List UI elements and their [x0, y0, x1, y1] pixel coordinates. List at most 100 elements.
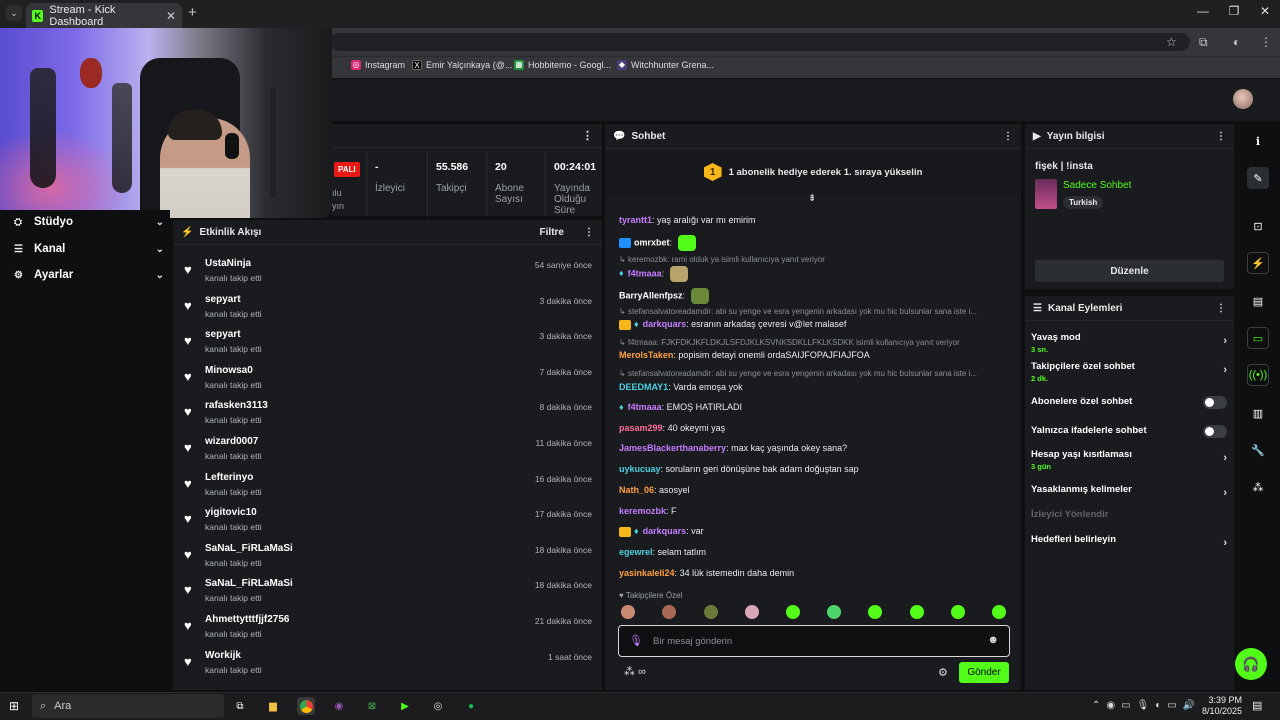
category-link[interactable]: Sadece Sohbet	[1063, 180, 1131, 191]
feed-row[interactable]: ♥ Workijk kanalı takip etti 1 saat önce	[173, 645, 602, 680]
support-button[interactable]: 🎧	[1235, 648, 1267, 680]
browser-menu-icon[interactable]: ⋮	[1260, 35, 1272, 49]
new-tab-button[interactable]: +	[188, 4, 197, 21]
nav-studio[interactable]: ⛭ Stüdyo ⌄	[14, 212, 164, 232]
chat-username[interactable]: uykucuay	[619, 464, 661, 474]
task-view-icon[interactable]: ⧉	[231, 697, 249, 715]
chat-message[interactable]: tyrantt1: yaş aralığı var mı emirim	[619, 215, 1009, 225]
close-window-button[interactable]: ✕	[1250, 4, 1280, 18]
emote-icon[interactable]	[868, 605, 882, 619]
feed-row[interactable]: ♥ Minowsa0 kanalı takip etti 7 dakika önce	[173, 360, 602, 395]
chat-username[interactable]: pasam299	[619, 423, 663, 433]
emote-icon[interactable]	[745, 605, 759, 619]
emote-icon[interactable]	[786, 605, 800, 619]
chat-username[interactable]: keremozbk	[619, 506, 666, 516]
file-explorer-icon[interactable]: ▆	[264, 697, 282, 715]
chat-username[interactable]: f4tmaaa	[628, 402, 662, 412]
bookmark-x[interactable]: X Emir Yalçınkaya (@...	[412, 60, 512, 70]
chat-username[interactable]: omrxbet	[634, 237, 670, 247]
tab-search-button[interactable]: ⌄	[6, 5, 22, 21]
emoji-picker-icon[interactable]: ☻	[987, 634, 999, 646]
minimize-button[interactable]: —	[1188, 4, 1218, 18]
feed-row[interactable]: ♥ sepyart kanalı takip etti 3 dakika önce	[173, 289, 602, 324]
chat-username[interactable]: yasinkaleli24	[619, 568, 675, 578]
chat-message[interactable]: egewrel: selam tatlım	[619, 547, 1009, 557]
nav-settings[interactable]: ⚙ Ayarlar ⌄	[14, 265, 164, 285]
chat-message[interactable]: uykucuay: soruların geri dönüşüne bak ad…	[619, 464, 1009, 474]
bookmark-sheets[interactable]: ▦ Hobbitemo - Googl...	[514, 60, 611, 70]
emote-icon[interactable]	[951, 605, 965, 619]
chat-message[interactable]: ♦ darkquars: var	[619, 526, 1009, 537]
action-account-age[interactable]: Hesap yaşı kısıtlaması 3 gün ›	[1031, 449, 1227, 471]
obs-icon[interactable]: ◎	[429, 697, 447, 715]
camera-icon[interactable]: ⊡	[1247, 215, 1269, 237]
chat-message[interactable]: ♦ f4tmaaa:	[619, 266, 1009, 282]
emote-icon[interactable]	[621, 605, 635, 619]
action-set-goals[interactable]: Hedefleri belirleyin ›	[1031, 534, 1227, 549]
pencil-icon[interactable]: ✎	[1247, 167, 1269, 189]
pinned-gift-banner[interactable]: 1 1 abonelik hediye ederek 1. sıraya yük…	[605, 150, 1021, 194]
layout-icon[interactable]: ▥	[1247, 402, 1269, 424]
feed-row[interactable]: ♥ SaNaL_FiRLaMaSi kanalı takip etti 18 daki…	[173, 538, 602, 573]
taskbar-search[interactable]: ⌕ Ara	[32, 694, 224, 718]
xbox-icon[interactable]: ⊠	[363, 697, 381, 715]
taskbar-clock[interactable]: 3:39 PM 8/10/2025	[1196, 695, 1242, 717]
chat-message[interactable]: JamesBlackerthanaberry: max kaç yaşında …	[619, 443, 1009, 453]
feed-row[interactable]: ♥ SaNaL_FiRLaMaSi kanalı takip etti 18 daki…	[173, 573, 602, 608]
lightning-icon[interactable]: ⚡	[1247, 252, 1269, 274]
action-banned-words[interactable]: Yasaklanmış kelimeler ›	[1031, 484, 1227, 499]
kick-app-icon[interactable]: ▶	[396, 697, 414, 715]
chat-username[interactable]: MerolsTaken	[619, 350, 673, 360]
info-icon[interactable]: ℹ	[1247, 130, 1269, 152]
emotes-only-toggle[interactable]	[1203, 425, 1227, 438]
bookmark-instagram[interactable]: ◎ Instagram	[351, 60, 405, 70]
chat-username[interactable]: BarryAllenfpsz	[619, 290, 683, 300]
bookmark-star-icon[interactable]: ☆	[1166, 35, 1177, 49]
emote-icon[interactable]	[662, 605, 676, 619]
chat-settings-icon[interactable]: ⚙	[938, 666, 948, 679]
chat-icon[interactable]: ▭	[1247, 327, 1269, 349]
emote-icon[interactable]	[827, 605, 841, 619]
actions-menu-icon[interactable]: ⋮	[1216, 303, 1226, 314]
windows-start-icon[interactable]: ⊞	[9, 699, 19, 713]
action-slow-mode[interactable]: Yavaş mod 3 sn. ›	[1031, 332, 1227, 354]
emote-icon[interactable]	[910, 605, 924, 619]
feed-row[interactable]: ♥ sepyart kanalı takip etti 3 dakika önce	[173, 324, 602, 359]
feed-menu-icon[interactable]: ⋮	[584, 227, 594, 238]
chat-message[interactable]: ♦ darkquars: esranın arkadaş çevresi v@le…	[619, 319, 1009, 330]
chat-message[interactable]: omrxbet:	[619, 235, 1009, 251]
system-tray[interactable]: ⌃◉▭🎙◐▭🔊	[1092, 700, 1201, 711]
extensions-icon[interactable]: ⧉	[1199, 35, 1208, 50]
chat-username[interactable]: tyrantt1	[619, 215, 652, 225]
chat-message[interactable]: MerolsTaken: popisim detayi onemli ordaS…	[619, 350, 1009, 360]
spotify-icon[interactable]: ●	[462, 697, 480, 715]
chat-username[interactable]: f4tmaaa	[628, 268, 662, 278]
notifications-icon[interactable]: ▤	[1252, 699, 1262, 712]
chat-username[interactable]: JamesBlackerthanaberry	[619, 443, 726, 453]
feed-row[interactable]: ♥ UstaNinja kanalı takip etti 54 saniye önc…	[173, 253, 602, 288]
wrench-icon[interactable]: 🔧	[1247, 439, 1269, 461]
emote-icon[interactable]	[704, 605, 718, 619]
edit-stream-button[interactable]: Düzenle	[1035, 260, 1224, 282]
feed-row[interactable]: ♥ wizard0007 kanalı takip etti 11 dakika ön…	[173, 431, 602, 466]
chat-username[interactable]: Nath_06	[619, 485, 654, 495]
bookmark-witchhunter[interactable]: ◆ Witchhunter Grena...	[617, 60, 714, 70]
info-menu-icon[interactable]: ⋮	[1216, 131, 1226, 142]
collapse-pinned-icon[interactable]: ⇟	[808, 193, 816, 204]
chat-username[interactable]: darkquars	[643, 319, 687, 329]
chat-message[interactable]: ♦ f4tmaaa: EMOŞ HATIRLADI	[619, 402, 1009, 412]
feed-row[interactable]: ♥ Lefterinyo kanalı takip etti 16 dakika ön…	[173, 467, 602, 502]
feed-row[interactable]: ♥ yigitovic10 kanalı takip etti 17 dakika ö…	[173, 502, 602, 537]
action-followers-only[interactable]: Takipçilere özel sohbet 2 dk. ›	[1031, 361, 1227, 383]
stats-menu-icon[interactable]: ⋮	[582, 129, 593, 142]
chat-menu-icon[interactable]: ⋮	[1003, 131, 1013, 142]
chat-tools-icon[interactable]: ⁂ ∞	[624, 665, 646, 678]
microphone-icon[interactable]: 🎙	[629, 634, 643, 648]
chat-username[interactable]: darkquars	[643, 526, 687, 536]
address-bar[interactable]	[330, 33, 1190, 51]
close-tab-icon[interactable]: ✕	[166, 9, 176, 23]
user-avatar[interactable]	[1233, 89, 1253, 109]
feed-row[interactable]: ♥ rafasken3113 kanalı takip etti 8 dakika ö…	[173, 395, 602, 430]
chat-username[interactable]: DEEDMAY1	[619, 382, 668, 392]
restore-button[interactable]: ❐	[1219, 4, 1249, 18]
